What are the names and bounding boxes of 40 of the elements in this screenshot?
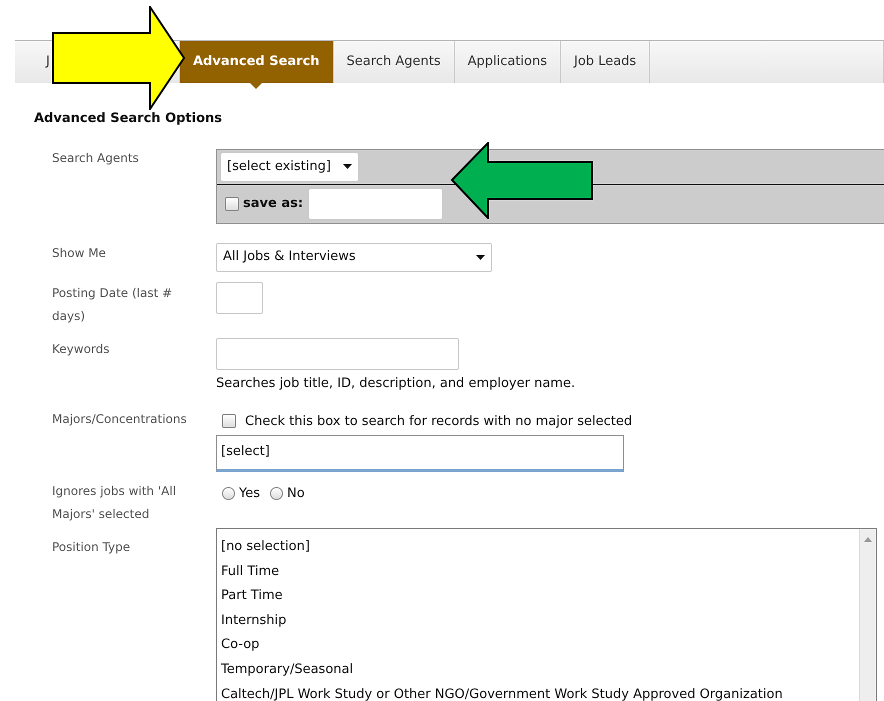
checkbox[interactable] (222, 414, 236, 428)
position-type-listbox[interactable]: [no selection] Full Time Part Time Internship Co-op Temporary/Seasonal Caltech/JPL Work Study or Other NGO/Government Work Study Approved Organization (216, 528, 877, 701)
caret-icon (476, 254, 485, 260)
radio-button[interactable] (222, 486, 235, 500)
field-label: Ignores jobs with 'All Majors' selected (52, 482, 178, 522)
radio-button[interactable] (270, 486, 283, 500)
caret-icon (342, 164, 352, 169)
tab[interactable]: J (15, 41, 52, 83)
list-option[interactable]: Co-op (221, 632, 859, 658)
text-field[interactable] (216, 338, 459, 370)
majors-select-field[interactable]: [select] (216, 435, 624, 472)
text-field[interactable] (216, 282, 263, 314)
field-label: Search Agents (52, 150, 140, 166)
tab[interactable]: Applications (454, 41, 562, 83)
list-option[interactable]: Temporary/Seasonal (221, 657, 859, 682)
field-label: Keywords (52, 340, 111, 358)
field-label: Position Type (52, 538, 132, 556)
agent-select[interactable]: [select existing] (221, 152, 358, 180)
radio-label: Yes (239, 484, 260, 502)
field-label: Majors/Concentrations (52, 410, 188, 428)
show-me-select[interactable]: All Jobs & Interviews (216, 242, 492, 272)
field-label: Show Me (52, 244, 107, 262)
radio-label: No (287, 484, 305, 502)
list-option[interactable]: Part Time (221, 584, 859, 608)
scrollbar[interactable] (859, 528, 876, 701)
tab-pointer-icon (250, 83, 262, 89)
save-label: save as: (243, 194, 304, 213)
checkbox[interactable] (225, 196, 239, 210)
scroll-up-icon[interactable] (864, 536, 872, 542)
section-heading: Advanced Search Options (34, 110, 224, 128)
save-name-field[interactable] (309, 188, 442, 218)
list-option[interactable]: Internship (221, 608, 859, 633)
field-label: Posting Date (last # days) (52, 284, 174, 324)
checkbox-label: Check this box to search for records with no major selected (245, 412, 632, 430)
tab[interactable]: Search Agents (334, 41, 455, 83)
list-option[interactable]: Full Time (221, 559, 859, 584)
list-option[interactable]: [no selection] (221, 534, 859, 560)
tab[interactable]: Job Leads (561, 41, 650, 83)
help-text: Searches job title, ID, description, and employer name. (216, 374, 576, 392)
list-option[interactable]: Caltech/JPL Work Study or Other NGO/Government Work Study Approved Organization (221, 682, 859, 701)
